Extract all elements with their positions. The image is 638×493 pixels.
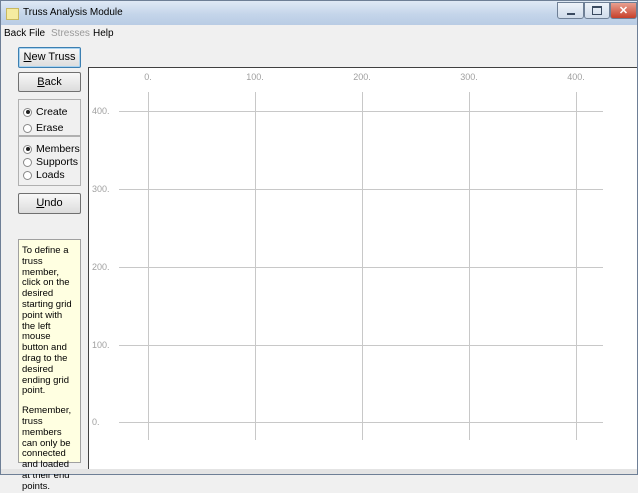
app-icon [6, 8, 19, 20]
radio-loads-indicator[interactable] [23, 170, 32, 180]
y-axis-label-100: 100. [92, 340, 110, 350]
help-paragraph-2: Remember, truss members can only be conn… [22, 405, 72, 492]
y-axis-label-200: 200. [92, 262, 110, 272]
undo-label: ndo [44, 197, 63, 209]
radio-supports[interactable]: Supports [23, 156, 78, 168]
maximize-icon [592, 6, 602, 15]
radio-create-indicator[interactable] [23, 107, 32, 117]
truss-drawing-canvas[interactable]: 0. 100. 200. 300. 400. 400. 300. 200. 10… [88, 67, 637, 470]
grid-line-vertical [148, 92, 149, 440]
element-group: Members Supports Loads [18, 136, 81, 186]
x-axis-label-100: 100. [246, 72, 264, 82]
radio-erase[interactable]: Erase [23, 122, 63, 134]
new-truss-label: ew Truss [31, 51, 76, 63]
grid-line-horizontal [119, 345, 603, 346]
radio-supports-indicator[interactable] [23, 157, 32, 167]
radio-members-label: Members [36, 143, 80, 155]
radio-loads[interactable]: Loads [23, 169, 65, 181]
undo-button[interactable]: Undo [18, 193, 81, 214]
menu-help[interactable]: Help [93, 28, 114, 39]
app-window: Truss Analysis Module ✕ Back File Stress… [0, 0, 638, 492]
radio-erase-indicator[interactable] [23, 123, 32, 133]
x-axis-label-200: 200. [353, 72, 371, 82]
maximize-button[interactable] [584, 2, 610, 19]
grid-line-vertical [576, 92, 577, 440]
grid-line-vertical [469, 92, 470, 440]
menu-back[interactable]: Back [4, 28, 26, 39]
close-icon: ✕ [618, 5, 629, 17]
x-axis-label-0: 0. [144, 72, 152, 82]
radio-create-label: Create [36, 106, 68, 118]
grid-line-vertical [362, 92, 363, 440]
menu-stresses[interactable]: Stresses [51, 28, 90, 39]
radio-create[interactable]: Create [23, 106, 68, 118]
radio-erase-label: Erase [36, 122, 64, 134]
grid-line-horizontal [119, 422, 603, 423]
y-axis-label-400: 400. [92, 106, 110, 116]
back-accel: B [37, 76, 45, 88]
menu-bar: Back File Stresses Help [1, 25, 637, 41]
radio-loads-label: Loads [36, 169, 65, 181]
window-title: Truss Analysis Module [23, 7, 123, 18]
y-axis-label-300: 300. [92, 184, 110, 194]
grid-line-vertical [255, 92, 256, 440]
title-bar[interactable]: Truss Analysis Module ✕ [1, 1, 637, 25]
minimize-button[interactable] [557, 2, 584, 19]
mode-group: Create Erase [18, 99, 81, 136]
back-button[interactable]: Back [18, 72, 81, 92]
help-panel: To define a truss member, click on the d… [18, 239, 81, 492]
back-label: ack [44, 76, 62, 88]
new-truss-button[interactable]: New Truss [18, 47, 81, 68]
grid-line-horizontal [119, 267, 603, 268]
radio-members[interactable]: Members [23, 143, 80, 155]
y-axis-label-0: 0. [92, 417, 100, 427]
x-axis-label-400: 400. [567, 72, 585, 82]
help-paragraph-1: To define a truss member, click on the d… [22, 245, 72, 397]
grid-line-horizontal [119, 111, 603, 112]
menu-file[interactable]: File [29, 28, 45, 39]
grid-line-horizontal [119, 189, 603, 190]
x-axis-label-300: 300. [460, 72, 478, 82]
radio-members-indicator[interactable] [23, 144, 32, 154]
radio-supports-label: Supports [36, 156, 79, 168]
minimize-icon [566, 12, 575, 15]
horizontal-scrollbar[interactable] [1, 469, 637, 474]
close-button[interactable]: ✕ [610, 2, 637, 19]
